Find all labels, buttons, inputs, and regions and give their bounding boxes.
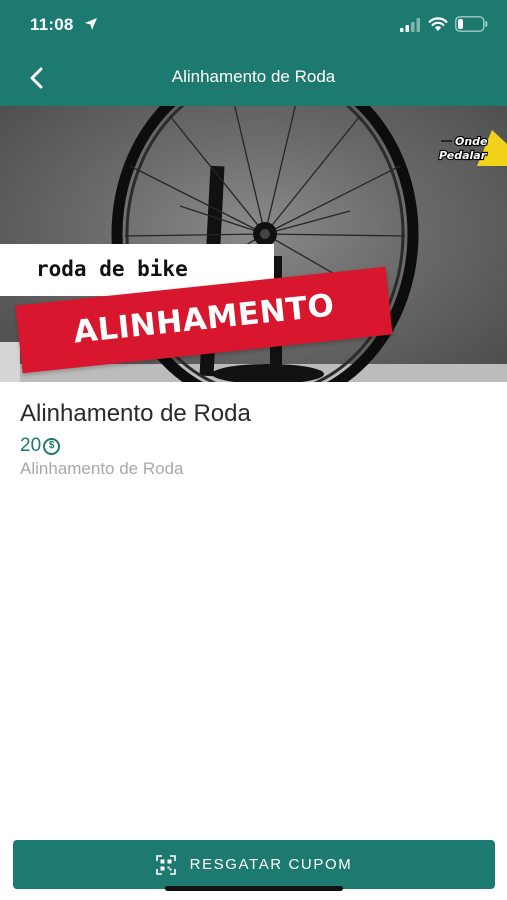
qr-code-icon	[155, 854, 176, 875]
status-time: 11:08	[30, 15, 74, 34]
coin-icon: $	[43, 437, 61, 455]
redeem-coupon-button[interactable]: RESGATAR CUPOM	[13, 840, 495, 889]
price-value: 20	[20, 435, 42, 456]
wifi-icon	[428, 17, 448, 31]
caption-top-text: roda de bike	[36, 257, 188, 281]
svg-text:Pedalar: Pedalar	[439, 149, 487, 162]
product-description: Alinhamento de Roda	[20, 459, 184, 478]
battery-icon	[455, 16, 488, 32]
redeem-button-label: RESGATAR CUPOM	[189, 856, 353, 873]
home-indicator	[165, 886, 343, 891]
navigation-bar: Alinhamento de Roda	[0, 50, 507, 106]
product-image: Onde Pedalar roda de bike ALINHAMENTO	[0, 106, 507, 382]
svg-text:Onde: Onde	[455, 135, 488, 148]
product-title: Alinhamento de Roda	[20, 400, 251, 427]
onde-pedalar-logo: Onde Pedalar	[438, 130, 507, 166]
status-bar: 11:08	[0, 0, 507, 50]
location-arrow-icon	[85, 18, 97, 30]
price-row: 20 $	[20, 435, 61, 457]
page-title: Alinhamento de Roda	[171, 67, 336, 86]
cellular-signal-icon	[400, 18, 420, 32]
